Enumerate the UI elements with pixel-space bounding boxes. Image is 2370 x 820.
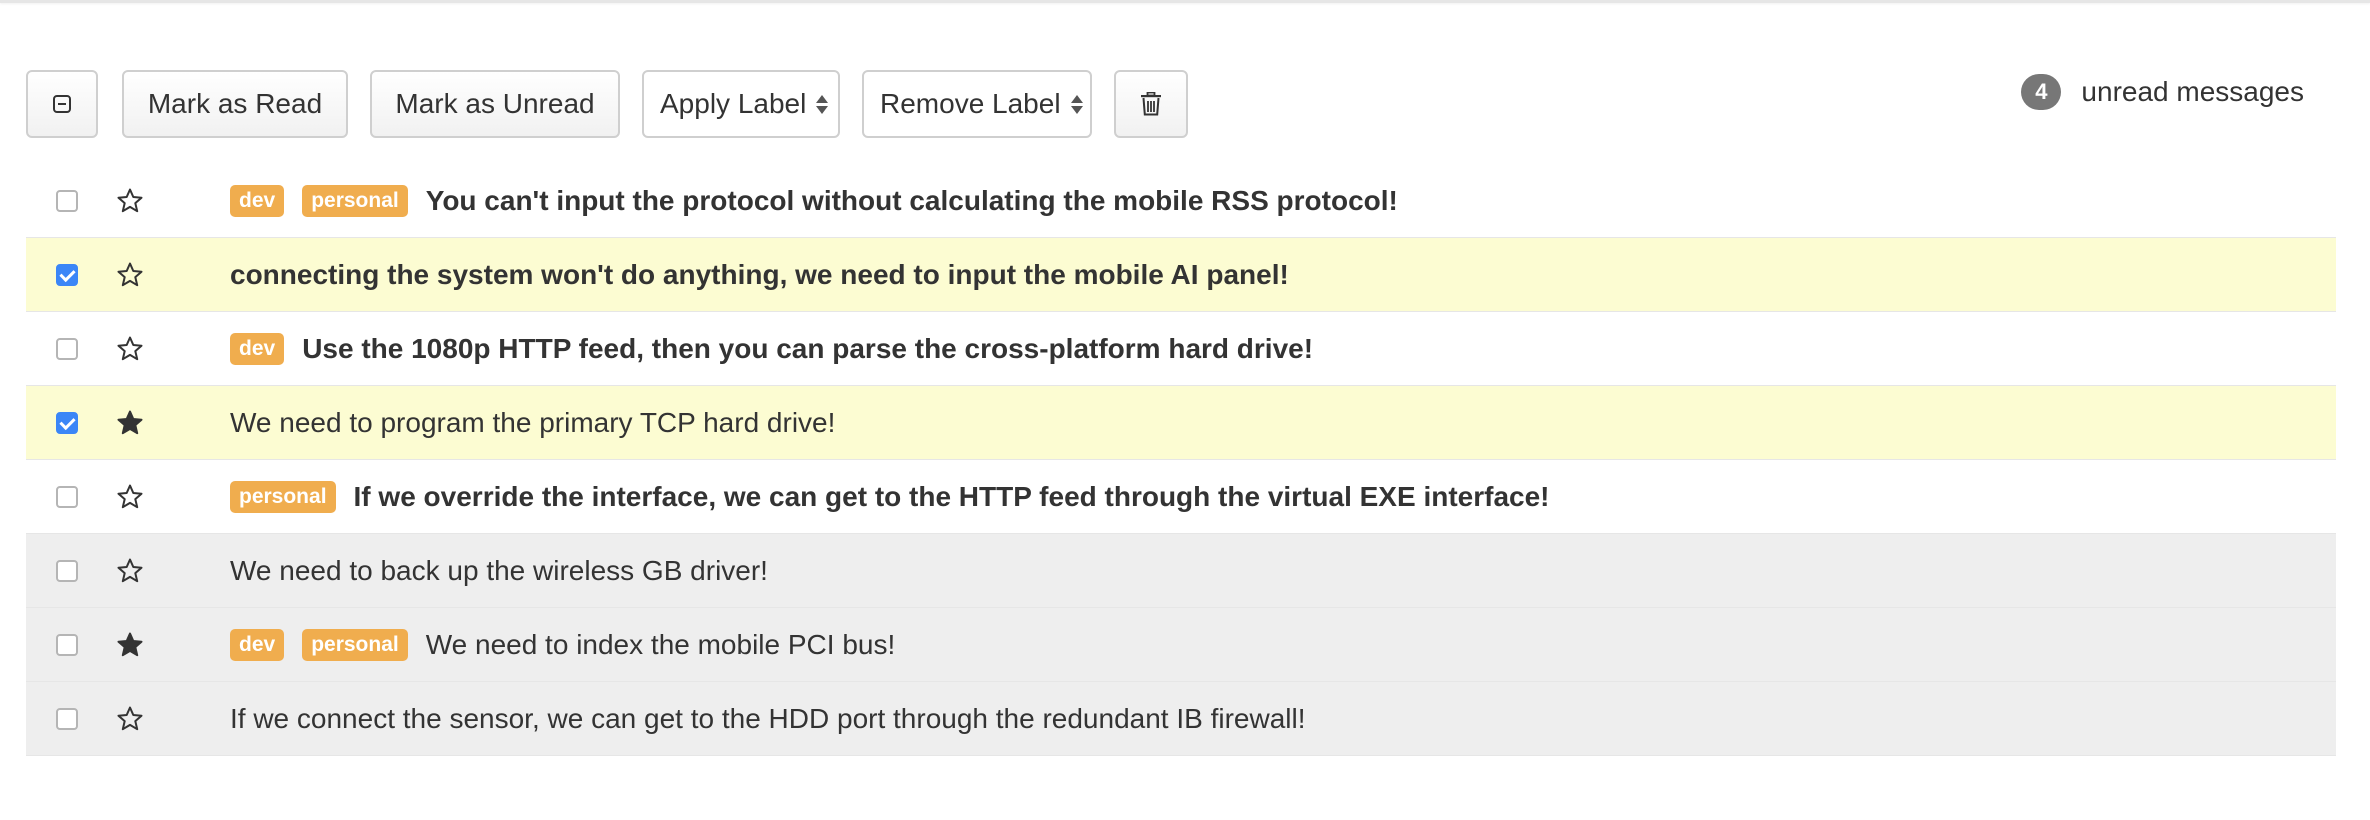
message-subject[interactable]: You can't input the protocol without cal… [426, 185, 1398, 217]
message-row[interactable]: We need to back up the wireless GB drive… [26, 534, 2336, 608]
apply-label-select[interactable]: Apply Label [642, 70, 840, 138]
message-subject[interactable]: We need to index the mobile PCI bus! [426, 629, 896, 661]
message-labels: dev personal [230, 184, 426, 217]
message-row[interactable]: dev personal You can't input the protocol … [26, 164, 2336, 238]
select-arrows-icon [816, 94, 829, 114]
message-checkbox[interactable] [56, 411, 78, 434]
top-divider [0, 0, 2370, 3]
mark-as-unread-button[interactable]: Mark as Unread [370, 70, 620, 138]
star-outline-icon[interactable] [116, 705, 144, 733]
label-badge-personal: personal [302, 628, 408, 661]
mark-as-read-button[interactable]: Mark as Read [122, 70, 348, 138]
message-subject[interactable]: If we connect the sensor, we can get to … [230, 703, 1306, 735]
label-badge-dev: dev [230, 332, 285, 365]
message-checkbox[interactable] [56, 485, 78, 508]
star-outline-icon[interactable] [116, 187, 144, 215]
label-badge-personal: personal [302, 184, 408, 217]
message-row[interactable]: personal If we override the interface, we… [26, 460, 2336, 534]
select-arrows-icon [1070, 94, 1083, 114]
star-filled-icon[interactable] [116, 631, 144, 659]
message-row[interactable]: dev Use the 1080p HTTP feed, then you can… [26, 312, 2336, 386]
message-labels: dev personal [230, 628, 426, 661]
delete-button[interactable] [1114, 70, 1188, 138]
message-checkbox[interactable] [56, 559, 78, 582]
select-toggle-button[interactable] [26, 70, 98, 138]
message-checkbox[interactable] [56, 633, 78, 656]
message-labels: personal [230, 480, 354, 513]
message-checkbox[interactable] [56, 263, 78, 286]
message-checkbox[interactable] [56, 189, 78, 212]
unread-count: 4 unread messages [2021, 72, 2304, 112]
label-badge-dev: dev [230, 628, 285, 661]
trash-icon [1141, 92, 1161, 116]
star-filled-icon[interactable] [116, 409, 144, 437]
message-subject[interactable]: We need to program the primary TCP hard … [230, 407, 835, 439]
remove-label-select[interactable]: Remove Label [862, 70, 1092, 138]
message-subject[interactable]: Use the 1080p HTTP feed, then you can pa… [302, 333, 1313, 365]
message-checkbox[interactable] [56, 707, 78, 730]
message-list: dev personal You can't input the protocol … [26, 164, 2336, 756]
apply-label-select-value: Apply Label [660, 88, 807, 119]
label-badge-personal: personal [230, 480, 336, 513]
message-row[interactable]: dev personal We need to index the mobile P… [26, 608, 2336, 682]
message-row[interactable]: connecting the system won't do anything,… [26, 238, 2336, 312]
toolbar: Mark as Read Mark as Unread Apply Label … [26, 70, 1188, 138]
message-labels: dev [230, 332, 302, 365]
message-subject[interactable]: If we override the interface, we can get… [354, 481, 1550, 513]
minus-square-icon [53, 95, 71, 113]
star-outline-icon[interactable] [116, 335, 144, 363]
message-subject[interactable]: connecting the system won't do anything,… [230, 259, 1289, 291]
label-badge-dev: dev [230, 184, 285, 217]
star-outline-icon[interactable] [116, 261, 144, 289]
remove-label-select-value: Remove Label [880, 88, 1061, 119]
unread-badge: 4 [2021, 74, 2062, 110]
message-row[interactable]: We need to program the primary TCP hard … [26, 386, 2336, 460]
star-outline-icon[interactable] [116, 483, 144, 511]
unread-label: unread messages [2081, 76, 2304, 107]
message-checkbox[interactable] [56, 337, 78, 360]
message-row[interactable]: If we connect the sensor, we can get to … [26, 682, 2336, 756]
star-outline-icon[interactable] [116, 557, 144, 585]
message-subject[interactable]: We need to back up the wireless GB drive… [230, 555, 768, 587]
